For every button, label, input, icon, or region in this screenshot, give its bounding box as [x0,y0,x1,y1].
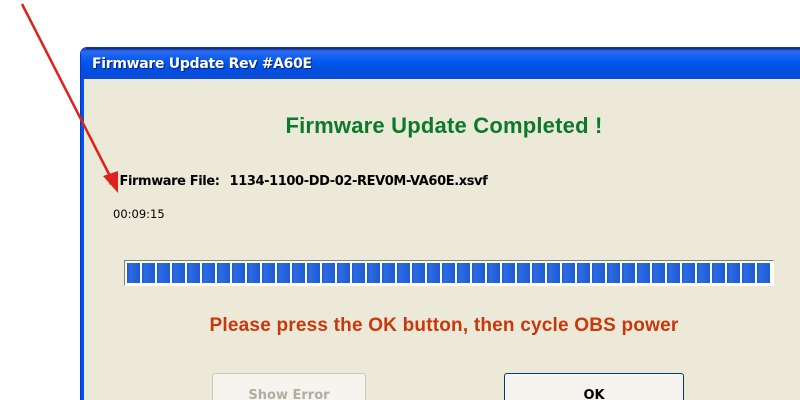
progress-bar [124,260,774,286]
firmware-file-name: 1134-1100-DD-02-REV0M-VA60E.xsvf [229,174,488,189]
show-error-button[interactable]: Show Error [212,373,366,400]
progress-bar-fill [127,263,771,283]
instruction-notice: Please press the OK button, then cycle O… [209,315,679,336]
firmware-update-dialog: Firmware Update Rev #A60E Firmware Updat… [80,47,800,400]
dialog-body: Firmware Update Completed ! >Firmware Fi… [81,79,800,400]
window-title: Firmware Update Rev #A60E [92,55,312,72]
ok-button[interactable]: OK [504,373,684,400]
completion-heading: Firmware Update Completed ! [285,113,603,138]
title-bar[interactable]: Firmware Update Rev #A60E [81,48,800,79]
file-row-marker: > [108,174,119,189]
firmware-file-label: Firmware File: [119,174,220,189]
elapsed-time: 00:09:15 [113,207,165,221]
firmware-file-row: >Firmware File: 1134-1100-DD-02-REV0M-VA6… [108,174,488,189]
